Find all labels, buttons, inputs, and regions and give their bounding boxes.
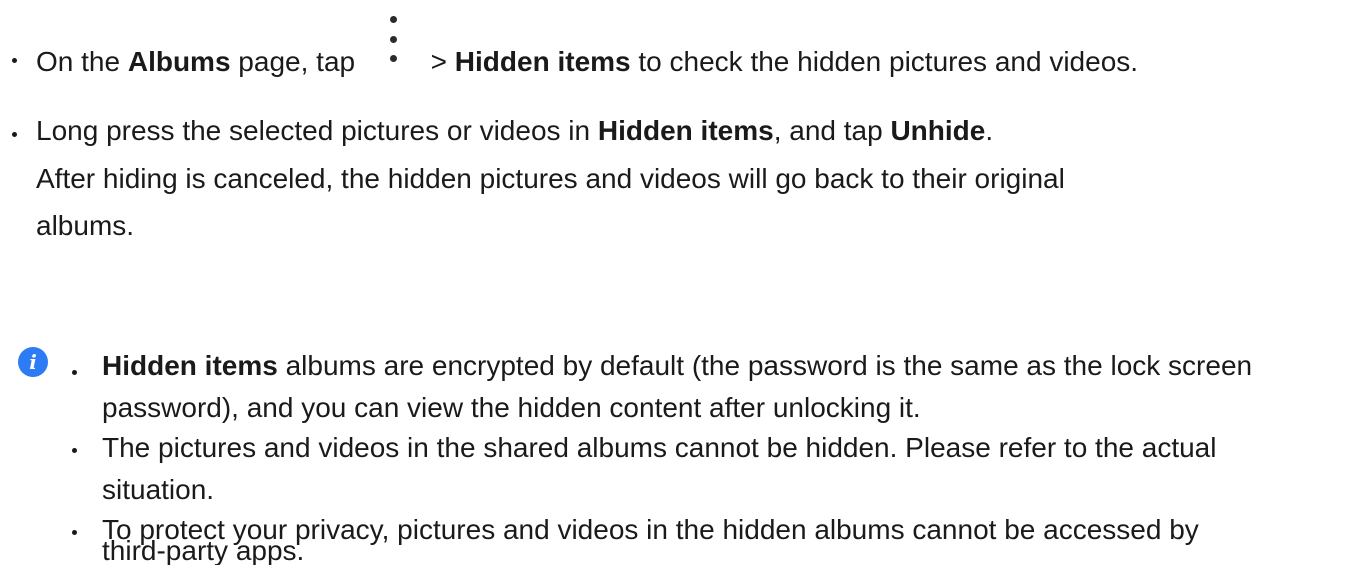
albums-label: Albums [127, 46, 231, 77]
hidden-items-label: Hidden items [454, 46, 631, 77]
hidden-items-label: Hidden items [597, 115, 774, 146]
step-2-line-1: Long press the selected pictures or vide… [36, 115, 994, 146]
bullet-dot [12, 58, 17, 63]
step-1-text: On the Albums page, tap > Hidden items t… [36, 16, 1138, 85]
bullet-dot [72, 530, 77, 535]
note-item-3-line-2: third-party apps. [102, 536, 305, 565]
help-page: On the Albums page, tap > Hidden items t… [0, 0, 1368, 565]
step-2-line-3: albums. [36, 210, 135, 241]
info-icon: i [18, 347, 48, 377]
bullet-dot [12, 132, 17, 137]
note-item-2-line-1: The pictures and videos in the shared al… [102, 432, 1217, 463]
bullet-dot [72, 370, 77, 375]
more-vertical-icon [363, 16, 423, 85]
note-item-1-line-1: Hidden items albums are encrypted by def… [102, 350, 1253, 381]
step-2-line-2: After hiding is canceled, the hidden pic… [36, 163, 1065, 194]
bullet-dot [72, 448, 77, 453]
unhide-label: Unhide [890, 115, 986, 146]
hidden-items-label: Hidden items [102, 350, 278, 381]
